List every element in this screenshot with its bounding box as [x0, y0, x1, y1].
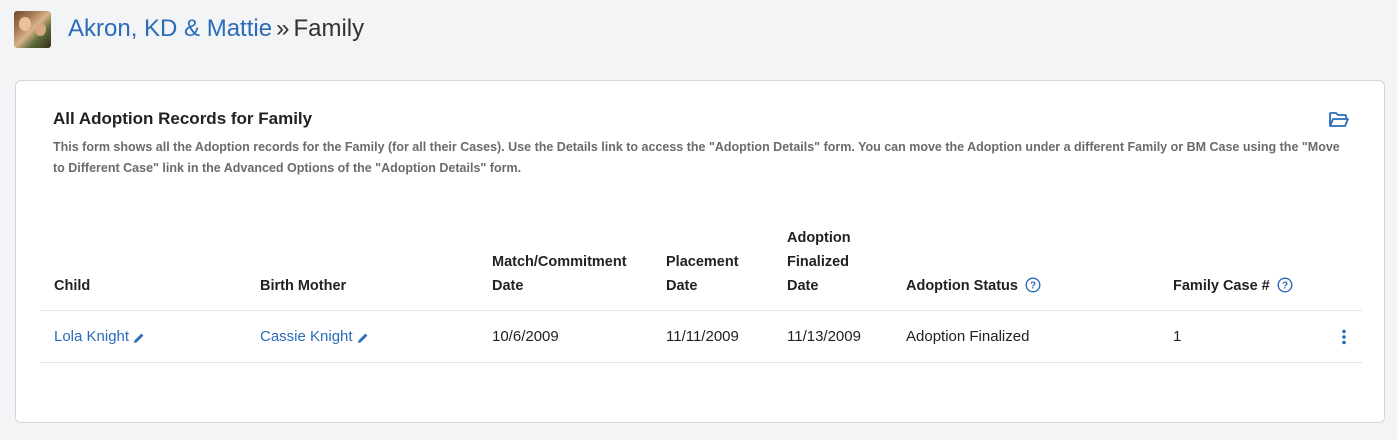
- breadcrumb-separator: »: [276, 15, 290, 42]
- breadcrumb-family-link[interactable]: Akron, KD & Mattie: [68, 15, 272, 42]
- column-match-date: Match/Commitment Date: [492, 254, 627, 294]
- cell-family-case: 1: [1159, 310, 1326, 363]
- svg-text:?: ?: [1282, 281, 1288, 292]
- column-placement-date: Placement Date: [666, 254, 739, 294]
- column-adoption-status: Adoption Status ?: [892, 226, 1159, 311]
- child-link[interactable]: Lola Knight: [54, 328, 129, 345]
- card-title: All Adoption Records for Family: [53, 109, 313, 128]
- cell-adoption-status: Adoption Finalized: [892, 310, 1159, 363]
- help-icon[interactable]: ?: [1025, 277, 1041, 293]
- birth-mother-link[interactable]: Cassie Knight: [260, 328, 353, 345]
- card-description: This form shows all the Adoption records…: [53, 140, 1340, 175]
- breadcrumb: Akron, KD & Mattie» Family: [68, 15, 364, 43]
- table-header-row: Child Birth Mother Match/Commitment Date…: [40, 226, 1362, 311]
- help-icon[interactable]: ?: [1277, 277, 1293, 293]
- cell-child: Lola Knight: [40, 310, 246, 363]
- cell-birth-mother: Cassie Knight: [246, 310, 478, 363]
- adoption-table: Child Birth Mother Match/Commitment Date…: [40, 226, 1362, 363]
- column-birth-mother: Birth Mother: [260, 278, 347, 294]
- cell-actions: [1326, 310, 1362, 363]
- cell-finalized-date: 11/13/2009: [773, 310, 892, 363]
- edit-pencil-icon[interactable]: [133, 331, 145, 344]
- cell-match-date: 10/6/2009: [478, 310, 652, 363]
- edit-pencil-icon[interactable]: [357, 331, 369, 344]
- column-finalized-date: Adoption Finalized Date: [787, 230, 851, 294]
- adoption-records-card: All Adoption Records for Family This for…: [15, 80, 1385, 423]
- page-title: Family: [293, 15, 365, 42]
- avatar[interactable]: [14, 10, 51, 48]
- folder-open-icon[interactable]: [1328, 111, 1350, 129]
- column-child: Child: [54, 278, 91, 294]
- column-actions: [1326, 226, 1362, 311]
- cell-placement-date: 11/11/2009: [652, 310, 773, 363]
- svg-text:?: ?: [1030, 281, 1036, 292]
- table-row: Lola Knight Cassie Knight 10/6/2009 11/1…: [40, 310, 1362, 363]
- more-options-icon[interactable]: [1341, 329, 1347, 345]
- column-family-case: Family Case # ?: [1159, 226, 1326, 311]
- page-header: Akron, KD & Mattie» Family: [14, 9, 364, 49]
